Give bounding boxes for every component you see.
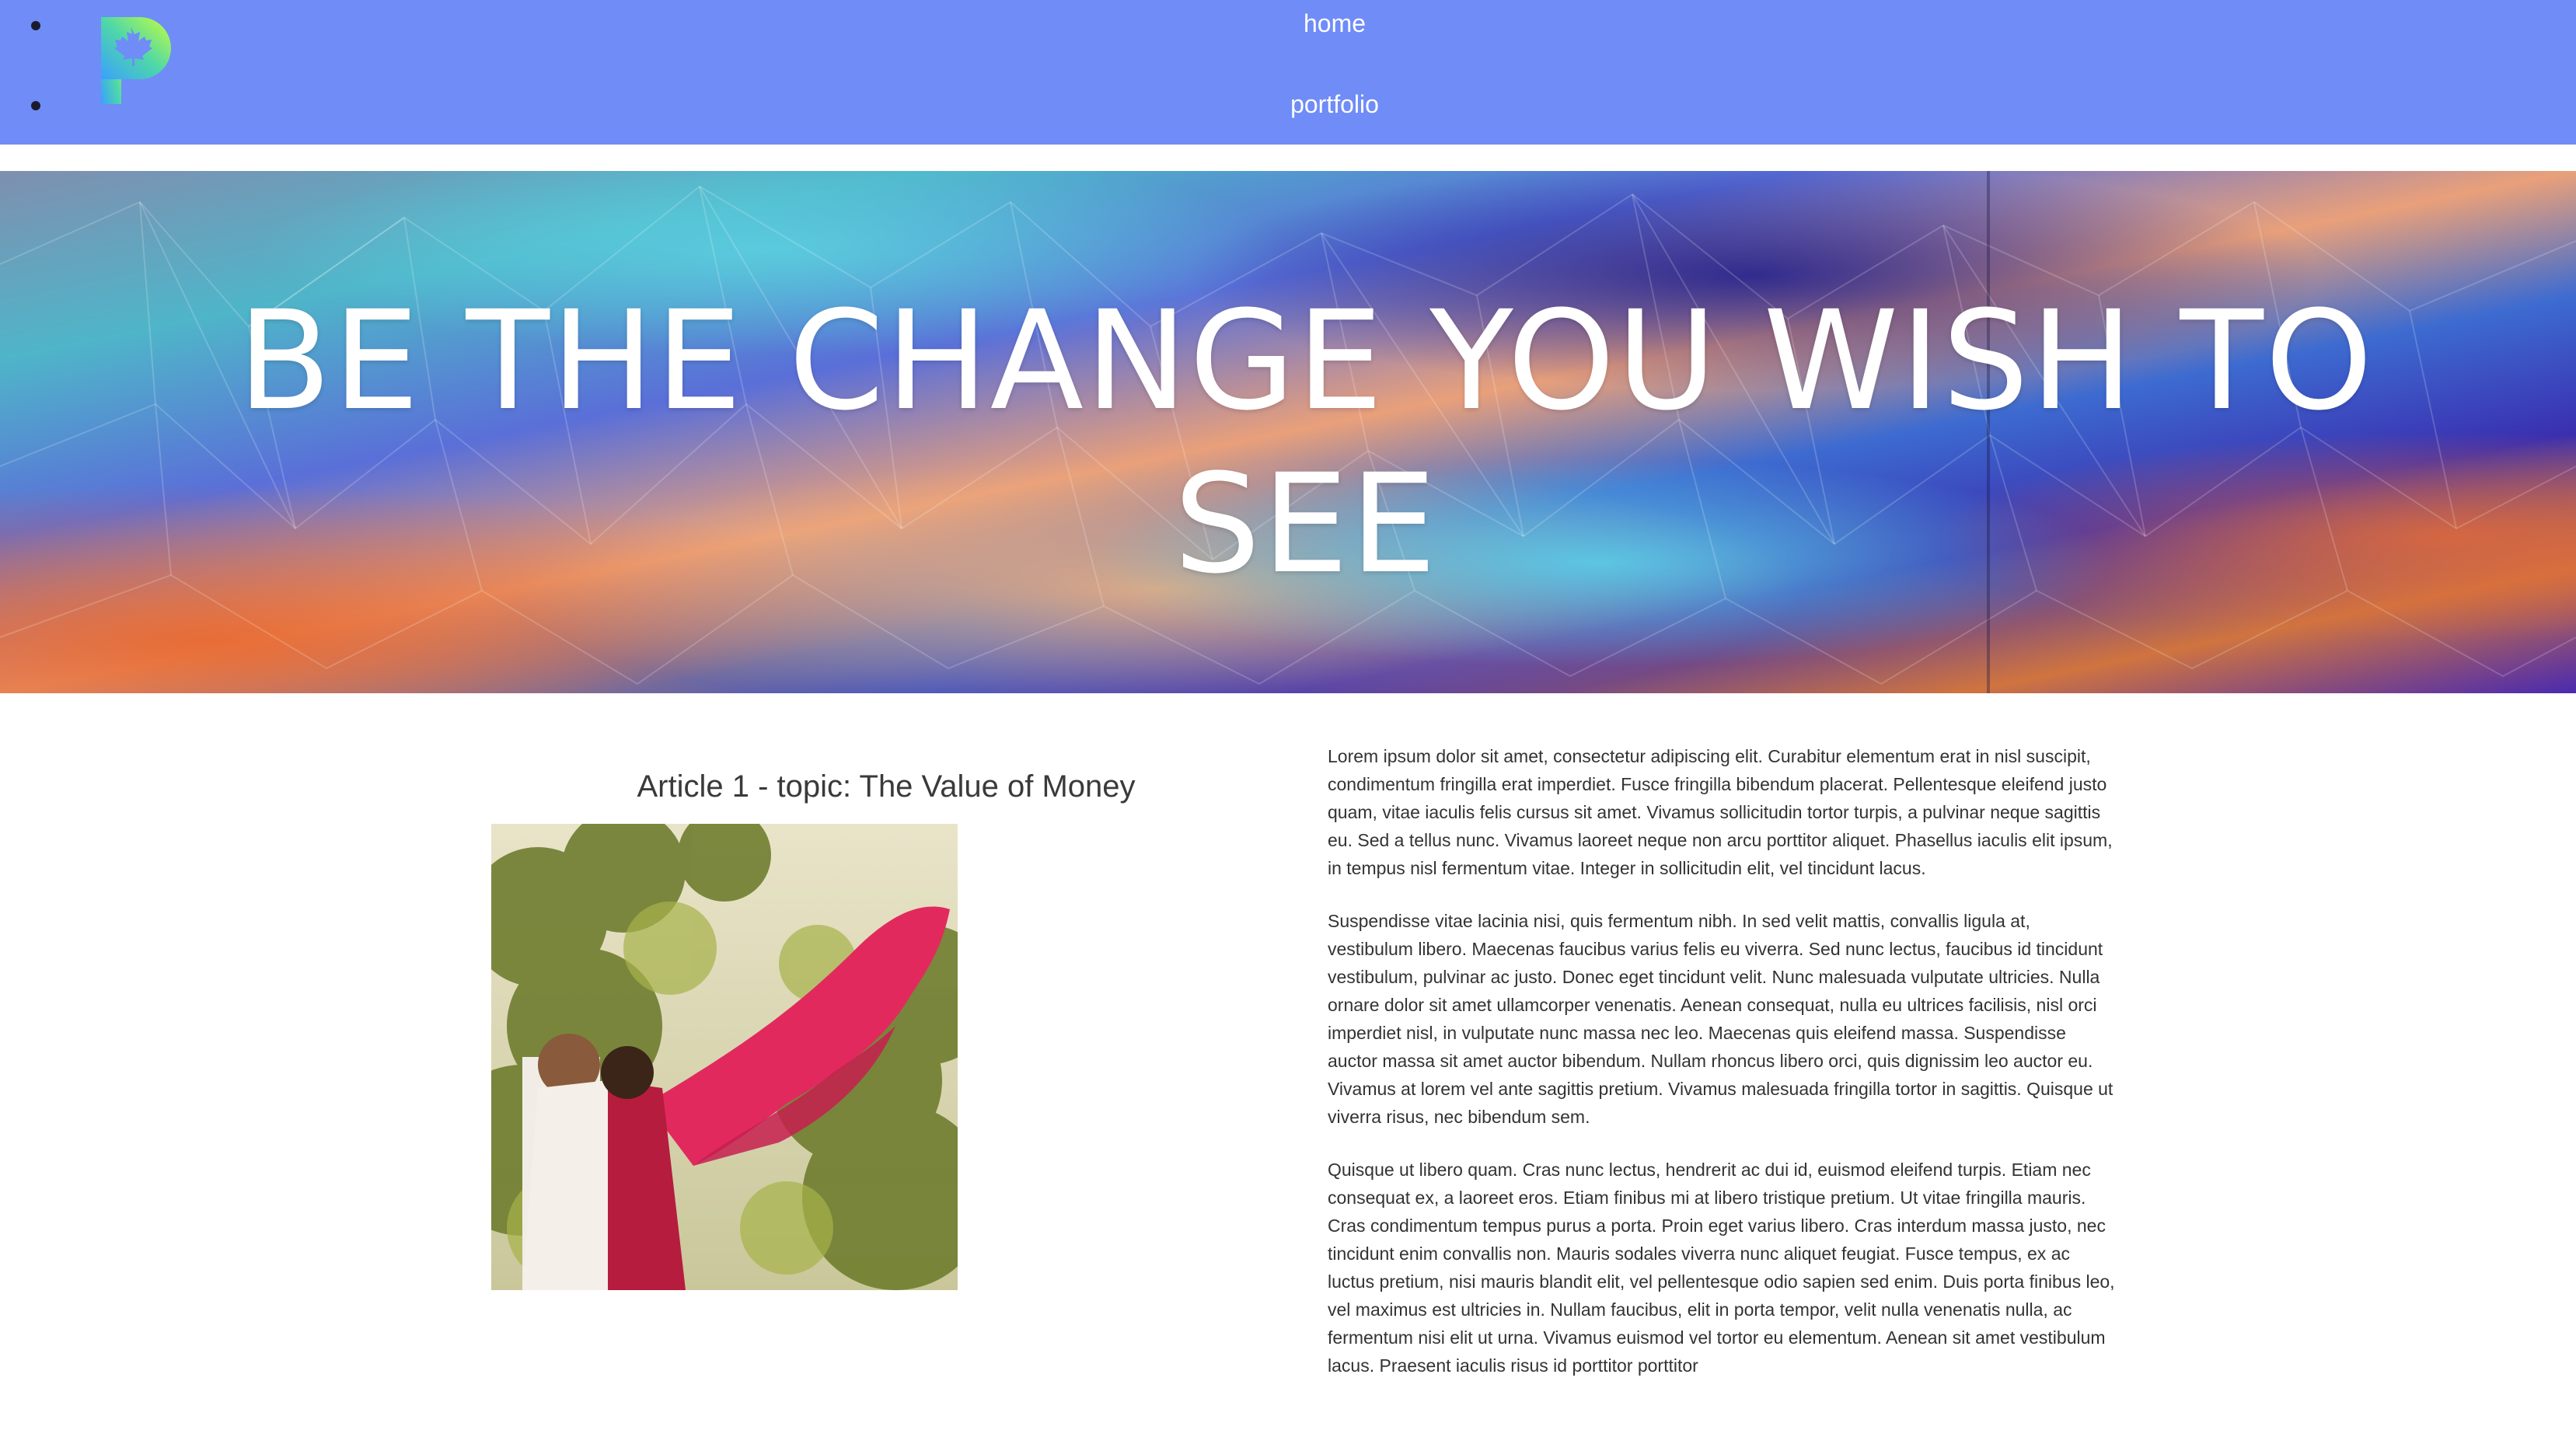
hero-title: BE THE CHANGE YOU WISH TO SEE	[237, 281, 2375, 604]
article-body: Lorem ipsum dolor sit amet, consectetur …	[1328, 742, 2120, 1404]
top-navbar: home portfolio	[0, 0, 2576, 145]
nav-link-portfolio[interactable]: portfolio	[0, 90, 2576, 119]
article-title: Article 1 - topic: The Value of Money	[637, 769, 1136, 804]
nav-link-home[interactable]: home	[0, 9, 2576, 38]
hero-banner: BE THE CHANGE YOU WISH TO SEE	[0, 171, 2576, 693]
article-paragraph: Lorem ipsum dolor sit amet, consectetur …	[1328, 746, 2113, 878]
article-image	[491, 824, 958, 1290]
couple-photo-image	[491, 824, 958, 1290]
article-paragraph: Suspendisse vitae lacinia nisi, quis fer…	[1328, 911, 2114, 1127]
article-paragraph: Quisque ut libero quam. Cras nunc lectus…	[1328, 1160, 2115, 1376]
